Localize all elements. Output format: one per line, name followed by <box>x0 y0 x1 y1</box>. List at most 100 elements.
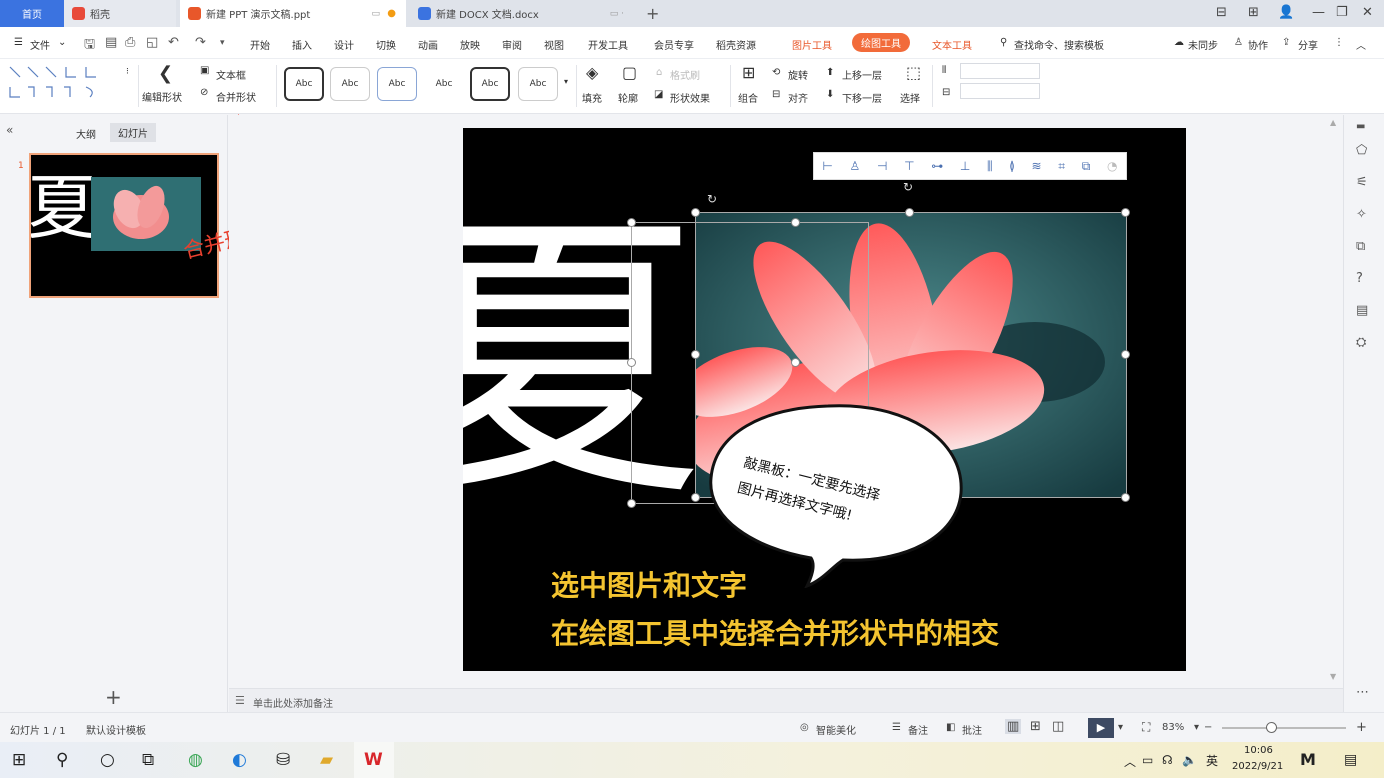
minimize-button[interactable]: — <box>1312 5 1325 20</box>
rotate-handle-icon[interactable]: ↻ <box>707 192 717 206</box>
align-button[interactable]: 对齐 <box>788 90 808 105</box>
zoom-slider-thumb[interactable] <box>1266 722 1277 733</box>
menu-start[interactable]: 开始 <box>250 37 270 52</box>
store-icon[interactable]: ⛁ <box>276 750 290 770</box>
shape-effects-button[interactable]: 形状效果 <box>670 90 710 105</box>
search-icon[interactable]: ⚲ <box>1000 37 1007 48</box>
edit-shape-button[interactable]: 编辑形状 <box>142 89 182 104</box>
zoom-slider-track[interactable] <box>1222 727 1346 729</box>
menu-animation[interactable]: 动画 <box>418 37 438 52</box>
layout-icon[interactable]: ⊟ <box>1216 5 1227 20</box>
resize-handle[interactable] <box>627 218 636 227</box>
menu-member[interactable]: 会员专享 <box>654 37 694 52</box>
fit-window-icon[interactable]: ⛶ <box>1142 720 1150 735</box>
sync-status[interactable]: 未同步 <box>1188 37 1218 52</box>
cloud-sync-icon[interactable]: ☁ <box>1174 37 1184 48</box>
chevron-down-icon[interactable]: ⌄ <box>58 37 66 48</box>
tab-docx-document[interactable]: 新建 DOCX 文档.docx ▭ · <box>410 0 636 27</box>
browser-360-icon[interactable]: ◍ <box>188 750 203 770</box>
zoom-out-button[interactable]: − <box>1204 722 1212 733</box>
merge-shape-button[interactable]: 合并形状 <box>216 89 256 104</box>
notes-placeholder[interactable]: 单击此处添加备注 <box>253 695 333 710</box>
volume-icon[interactable]: 🔈 <box>1182 753 1197 767</box>
app-tray-icon[interactable]: M <box>1300 750 1316 769</box>
resize-handle[interactable] <box>1121 493 1130 502</box>
save-icon[interactable]: 🖫 <box>84 35 95 57</box>
shape-style-1[interactable]: Abc <box>284 67 324 101</box>
scroll-down-icon[interactable]: ▼ <box>1330 672 1336 681</box>
hamburger-icon[interactable]: ☰ <box>14 37 23 48</box>
customize-icon[interactable]: ▾ <box>220 38 225 48</box>
scroll-up-icon[interactable]: ▲ <box>1330 118 1336 127</box>
bring-forward-button[interactable]: 上移一层 <box>842 67 882 82</box>
template-name[interactable]: 默认设计模板 <box>86 722 146 737</box>
play-slideshow-button[interactable]: ▶ <box>1088 718 1114 738</box>
more-styles-icon[interactable]: ▾ <box>564 77 568 86</box>
smart-beautify-button[interactable]: 智能美化 <box>816 722 856 737</box>
align-bottom-icon[interactable]: ⊥ <box>960 159 970 173</box>
distribute-horizontal-icon[interactable]: ⫼ <box>987 159 993 174</box>
slide-thumbnail[interactable]: 夏 <box>29 153 219 298</box>
shape-style-4[interactable]: Abc <box>424 67 464 101</box>
share-icon[interactable]: ⇪ <box>1282 37 1290 48</box>
edge-icon[interactable]: ◐ <box>232 750 247 770</box>
height-input[interactable] <box>960 63 1040 79</box>
menu-design[interactable]: 设计 <box>334 37 354 52</box>
menu-drawing-tools[interactable]: 绘图工具 <box>852 33 910 52</box>
group-icon[interactable]: ⧉ <box>1082 159 1091 174</box>
more-icon[interactable]: ⋮ <box>1334 37 1344 48</box>
more-options-icon[interactable]: ⋯ <box>1356 685 1369 700</box>
align-left-icon[interactable]: ⊢ <box>822 159 832 173</box>
cortana-icon[interactable]: ○ <box>100 750 115 770</box>
collapse-ribbon-icon[interactable]: ︿ <box>1356 37 1366 52</box>
menu-transition[interactable]: 切换 <box>376 37 396 52</box>
shape-style-5[interactable]: Abc <box>470 67 510 101</box>
add-slide-button[interactable]: + <box>105 685 122 709</box>
shape-properties-icon[interactable]: ⬠ <box>1356 143 1367 158</box>
clock-time[interactable]: 10:06 <box>1244 745 1273 756</box>
shape-style-2[interactable]: Abc <box>330 67 370 101</box>
slide[interactable]: 夏 ↻ ↻ ⊢ ♙ ⊣ ⊤ ⊶ ⊥ ⫼ ≬ ≋ ⌗ ⧉ ◔ 敲黑板：一定要先选择… <box>463 128 1186 671</box>
pin-icon[interactable]: ◔ <box>1107 159 1117 173</box>
notes-bar[interactable]: ☰ 单击此处添加备注 <box>229 688 1343 712</box>
align-top-icon[interactable]: ⊤ <box>904 159 914 173</box>
rotate-handle-icon[interactable]: ↻ <box>903 180 913 194</box>
tab-ppt-document[interactable]: 新建 PPT 演示文稿.ppt ▭ ● <box>180 0 406 27</box>
slide-caption[interactable]: 选中图片和文字 在绘图工具中选择合并形状中的相交 <box>551 562 999 658</box>
close-button[interactable]: ✕ <box>1362 5 1373 20</box>
restore-button[interactable]: ❐ <box>1336 5 1348 20</box>
normal-view-icon[interactable]: ▥ <box>1005 719 1022 734</box>
file-explorer-icon[interactable]: ▰ <box>320 750 333 770</box>
zoom-level[interactable]: 83% <box>1162 722 1184 733</box>
slide-library-icon[interactable]: ⧉ <box>1356 239 1365 254</box>
help-icon[interactable]: ? <box>1356 271 1363 286</box>
stack-icon[interactable]: ≋ <box>1032 159 1042 173</box>
rotate-button[interactable]: 旋转 <box>788 67 808 82</box>
redo-icon[interactable]: ↷ <box>195 35 206 50</box>
gallery-scroll-icon[interactable]: ⁝ <box>126 67 129 77</box>
network-icon[interactable]: ☊ <box>1162 753 1173 767</box>
animation-icon[interactable]: ✧ <box>1356 207 1367 222</box>
menu-developer[interactable]: 开发工具 <box>588 37 628 52</box>
group-button[interactable]: 组合 <box>738 90 758 105</box>
resize-handle[interactable] <box>691 350 700 359</box>
backup-icon[interactable]: ⛭ <box>1356 335 1366 350</box>
collaborate-button[interactable]: 协作 <box>1248 37 1268 52</box>
template-icon[interactable]: ▤ <box>1356 303 1368 318</box>
resize-handle[interactable] <box>691 493 700 502</box>
notes-toggle-button[interactable]: 备注 <box>908 722 928 737</box>
share-button[interactable]: 分享 <box>1298 37 1318 52</box>
fill-button[interactable]: 填充 <box>582 90 602 105</box>
reading-view-icon[interactable]: ◫ <box>1052 719 1064 734</box>
menu-picture-tools[interactable]: 图片工具 <box>792 37 832 52</box>
menu-slideshow[interactable]: 放映 <box>460 37 480 52</box>
align-middle-icon[interactable]: ⊶ <box>931 159 943 173</box>
play-options-icon[interactable]: ▾ <box>1118 722 1123 733</box>
menu-docer-resources[interactable]: 稻壳资源 <box>716 37 756 52</box>
tray-expand-icon[interactable]: ︿ <box>1124 753 1136 770</box>
text-box-button[interactable]: 文本框 <box>216 67 246 82</box>
resize-handle[interactable] <box>627 358 636 367</box>
tab-outline[interactable]: 大纲 <box>76 126 96 141</box>
zoom-dropdown-icon[interactable]: ▾ <box>1194 722 1199 733</box>
new-tab-button[interactable]: + <box>640 0 665 27</box>
